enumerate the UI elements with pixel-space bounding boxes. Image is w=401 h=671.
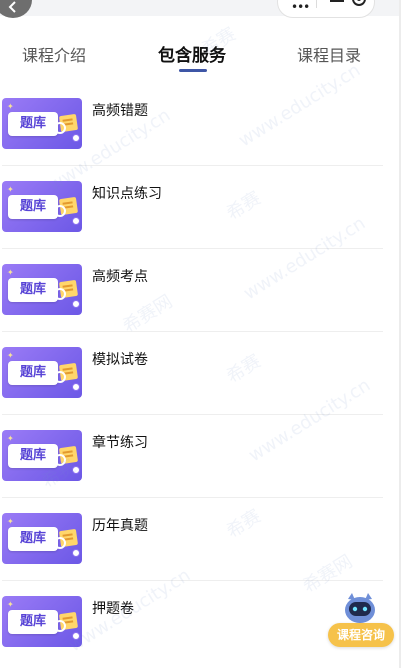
chevron-left-icon — [8, 1, 16, 13]
close-target-icon[interactable] — [352, 0, 366, 6]
magnifier-icon — [54, 537, 66, 549]
item-title: 章节练习 — [92, 435, 148, 451]
dot-icon — [72, 383, 80, 391]
more-icon[interactable]: ••• — [291, 0, 310, 14]
robot-icon — [345, 593, 375, 623]
item-title: 押题卷 — [92, 601, 134, 617]
question-bank-thumbnail: ✦ 题库 — [2, 98, 82, 149]
magnifier-icon — [54, 620, 66, 632]
sparkle-icon: ✦ — [7, 517, 14, 526]
tab-course-intro[interactable]: 课程介绍 — [22, 42, 86, 66]
divider — [2, 497, 383, 498]
magnifier-icon — [54, 205, 66, 217]
dot-icon — [72, 300, 80, 308]
sparkle-icon: ✦ — [7, 102, 14, 111]
item-title: 历年真题 — [92, 518, 148, 534]
list-item[interactable]: ✦ 题库 历年真题 — [0, 505, 401, 588]
thumbnail-label: 题库 — [8, 278, 58, 302]
magnifier-icon — [54, 288, 66, 300]
consult-widget[interactable]: 课程咨询 — [328, 590, 394, 650]
dot-icon — [72, 632, 80, 640]
list-item[interactable]: ✦ 题库 知识点练习 — [0, 173, 401, 256]
magnifier-icon — [54, 454, 66, 466]
tab-bar: 课程介绍 包含服务 课程目录 — [0, 34, 401, 84]
list-item[interactable]: ✦ 题库 章节练习 — [0, 422, 401, 505]
divider — [2, 414, 383, 415]
question-bank-thumbnail: ✦ 题库 — [2, 181, 82, 232]
thumbnail-label: 题库 — [8, 361, 58, 385]
divider — [2, 248, 383, 249]
item-title: 高频错题 — [92, 103, 148, 119]
item-title: 高频考点 — [92, 269, 148, 285]
item-title: 模拟试卷 — [92, 352, 148, 368]
thumbnail-label: 题库 — [8, 444, 58, 468]
minimize-icon[interactable] — [330, 0, 344, 2]
divider — [2, 580, 383, 581]
capsule-divider — [316, 0, 317, 8]
list-item[interactable]: ✦ 题库 模拟试卷 — [0, 339, 401, 422]
sparkle-icon: ✦ — [7, 185, 14, 194]
dot-icon — [72, 134, 80, 142]
question-bank-thumbnail: ✦ 题库 — [2, 264, 82, 315]
dot-icon — [72, 549, 80, 557]
tab-included-services[interactable]: 包含服务 — [158, 41, 226, 66]
miniapp-capsule: ••• — [277, 0, 375, 18]
sparkle-icon: ✦ — [7, 351, 14, 360]
active-tab-indicator — [179, 69, 207, 72]
thumbnail-label: 题库 — [8, 112, 58, 136]
list-item[interactable]: ✦ 题库 高频错题 — [0, 90, 401, 173]
sparkle-icon: ✦ — [7, 268, 14, 277]
dot-icon — [72, 217, 80, 225]
tab-course-catalog[interactable]: 课程目录 — [297, 42, 361, 66]
sparkle-icon: ✦ — [7, 434, 14, 443]
thumbnail-label: 题库 — [8, 527, 58, 551]
question-bank-thumbnail: ✦ 题库 — [2, 596, 82, 647]
question-bank-thumbnail: ✦ 题库 — [2, 430, 82, 481]
question-bank-thumbnail: ✦ 题库 — [2, 513, 82, 564]
thumbnail-label: 题库 — [8, 195, 58, 219]
question-bank-thumbnail: ✦ 题库 — [2, 347, 82, 398]
magnifier-icon — [54, 122, 66, 134]
consult-button[interactable]: 课程咨询 — [328, 623, 394, 647]
list-item[interactable]: ✦ 题库 高频考点 — [0, 256, 401, 339]
sparkle-icon: ✦ — [7, 600, 14, 609]
magnifier-icon — [54, 371, 66, 383]
divider — [2, 165, 383, 166]
dot-icon — [72, 466, 80, 474]
divider — [2, 331, 383, 332]
thumbnail-label: 题库 — [8, 610, 58, 634]
item-title: 知识点练习 — [92, 186, 162, 202]
